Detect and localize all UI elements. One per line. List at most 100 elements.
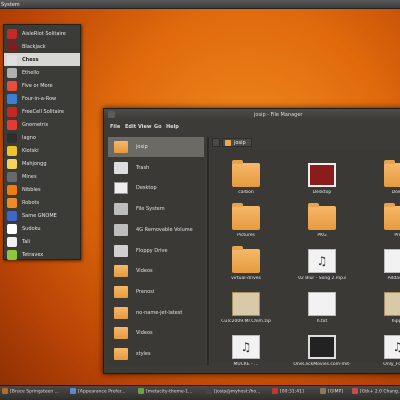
menu-item-five-or-more[interactable]: Five or More — [4, 79, 80, 92]
menu-item-klotski[interactable]: Klotski — [4, 144, 80, 157]
sidebar-item-videos[interactable]: Videos — [108, 323, 204, 343]
file-item[interactable]: ♫ 02 Blur - Song 2.mp3 — [292, 249, 352, 287]
taskbar-button[interactable]: [GIMP] — [320, 388, 343, 398]
home-folder-icon — [225, 140, 231, 146]
menu-item-label: FreeCell Solitaire — [22, 108, 64, 115]
sidebar-item-label: Videos — [136, 268, 153, 275]
menu-item-robots[interactable]: Robots — [4, 196, 80, 209]
file-item[interactable]: Pre — [368, 203, 400, 244]
menu-item-same-gnome[interactable]: Same GNOME — [4, 209, 80, 222]
taskbar-button-label: [Gtk+ 2.0 Chang... — [360, 389, 400, 395]
taskbar-button[interactable]: [Appearance Prefer... — [70, 388, 125, 398]
sidebar-item-trash[interactable]: Trash — [108, 158, 204, 178]
menu-file[interactable]: File — [110, 124, 120, 130]
sidebar-item-label: Prenosi — [136, 288, 155, 295]
file-item[interactable]: CuTc2009.Mr.Chim.zip — [216, 292, 276, 330]
folder-icon — [114, 285, 128, 298]
menu-item-label: Same GNOME — [22, 212, 57, 219]
desktop-icon — [308, 163, 336, 187]
menu-item-ethello[interactable]: Ethello — [4, 66, 80, 79]
sidebar-item-file-system[interactable]: File System — [108, 199, 204, 219]
file-label: h.txt — [316, 319, 328, 324]
game-icon — [7, 236, 17, 247]
file-item[interactable]: Desktop — [292, 163, 352, 201]
text-file-icon — [308, 292, 336, 316]
sidebar-item-no-name-jet-latest[interactable]: no-name-jet-latest — [108, 303, 204, 323]
menu-item-label: Blackjack — [22, 43, 46, 50]
system-menu[interactable]: System — [1, 2, 20, 8]
text-file-icon — [384, 249, 400, 273]
menu-item-mahjongg[interactable]: Mahjongg — [4, 157, 80, 170]
file-item[interactable]: PKG — [292, 203, 352, 244]
taskbar-button[interactable]: [Gtk+ 2.0 Chang... — [352, 388, 400, 398]
audio-file-icon: ♫ — [384, 335, 400, 359]
menu-go[interactable]: Go — [154, 124, 162, 130]
file-label: Pre — [394, 233, 400, 238]
sidebar: josip Trash Desktop File System 4G Removable… — [108, 137, 204, 365]
taskbar-button[interactable]: [00:31:41] — [272, 388, 304, 398]
menu-item-tali[interactable]: Tali — [4, 235, 80, 248]
menu-item-label: Gnometris — [22, 121, 49, 128]
sidebar-item-desktop[interactable]: Desktop — [108, 178, 204, 198]
menu-item-nibbles[interactable]: Nibbles — [4, 183, 80, 196]
file-item[interactable]: hipph — [368, 292, 400, 330]
window-menu-icon[interactable] — [108, 111, 115, 118]
file-item[interactable]: carbon — [216, 160, 276, 201]
menu-item-chess[interactable]: Chess — [4, 53, 80, 66]
taskbar-button-label: [Appearance Prefer... — [78, 389, 126, 395]
menu-item-mines[interactable]: Mines — [4, 170, 80, 183]
sidebar-item-label: styles — [136, 351, 151, 357]
file-item[interactable]: virtual-drives — [216, 246, 276, 287]
menu-view[interactable]: View — [138, 124, 152, 130]
archive-file-icon — [384, 292, 400, 316]
sidebar-item-floppy-drive[interactable]: Floppy Drive — [108, 241, 204, 261]
menu-edit[interactable]: Edit — [125, 124, 136, 130]
sidebar-item-styles[interactable]: styles — [108, 344, 204, 364]
file-label: MUCKE - ... — [233, 362, 259, 367]
top-panel: System — [0, 0, 400, 9]
sidebar-item-label: Trash — [136, 164, 150, 171]
menu-help[interactable]: Help — [166, 124, 179, 130]
file-item[interactable]: ♫ Only_Fools_A — [368, 335, 400, 373]
menu-item-freecell-solitaire[interactable]: FreeCell Solitaire — [4, 105, 80, 118]
game-icon — [7, 106, 17, 117]
file-item[interactable]: OneClickMovies.com-mit- — [292, 335, 352, 373]
file-item[interactable]: ♫ MUCKE - ... — [216, 335, 276, 373]
menu-item-iagno[interactable]: Iagno — [4, 131, 80, 144]
file-item[interactable]: Pictures — [216, 203, 276, 244]
pane-divider[interactable] — [207, 137, 209, 365]
taskbar-button[interactable]: [metacity-theme-1... — [138, 388, 192, 398]
file-item[interactable]: Addas_Gl — [368, 249, 400, 287]
taskbar-button-label: [metacity-theme-1... — [146, 389, 193, 395]
app-icon — [138, 388, 144, 394]
taskbar-button[interactable]: [josip@myhost:/ho... — [206, 388, 260, 398]
window-title: josip - File Manager — [254, 112, 303, 118]
menu-item-aisleriot-solitaire[interactable]: AisleRiot Solitaire — [4, 27, 80, 40]
sidebar-item-label: Desktop — [136, 185, 157, 192]
menu-item-label: Iagno — [22, 134, 36, 141]
folder-icon — [308, 203, 336, 230]
menu-item-gnometris[interactable]: Gnometris — [4, 118, 80, 131]
sidebar-item-videos[interactable]: Videos — [108, 261, 204, 281]
sidebar-item-label: File System — [136, 206, 165, 213]
game-icon — [7, 93, 17, 104]
path-button-josip[interactable]: josip — [222, 138, 252, 147]
sidebar-item-prenosi[interactable]: Prenosi — [108, 282, 204, 302]
video-file-icon — [308, 335, 336, 359]
sidebar-item-josip[interactable]: josip — [108, 137, 204, 157]
sidebar-item-label: Floppy Drive — [136, 247, 168, 254]
file-item[interactable]: h.txt — [292, 292, 352, 330]
location-bar: josip — [210, 136, 400, 148]
menu-item-blackjack[interactable]: Blackjack — [4, 40, 80, 53]
taskbar-button[interactable]: [Bruce Springsteen ... — [2, 388, 59, 398]
file-item[interactable]: Down — [368, 160, 400, 201]
window-titlebar[interactable]: josip - File Manager — [104, 109, 400, 120]
folder-icon — [114, 265, 128, 278]
menu-item-sudoku[interactable]: Sudoku — [4, 222, 80, 235]
menu-item-label: Tetravex — [22, 251, 44, 258]
sidebar-item-4g-removable-volume[interactable]: 4G Removable Volume — [108, 220, 204, 240]
path-toggle-button[interactable] — [212, 138, 220, 147]
menu-item-tetravex[interactable]: Tetravex — [4, 248, 80, 261]
menu-item-four-in-a-row[interactable]: Four-in-a-Row — [4, 92, 80, 105]
game-icon — [7, 158, 17, 169]
